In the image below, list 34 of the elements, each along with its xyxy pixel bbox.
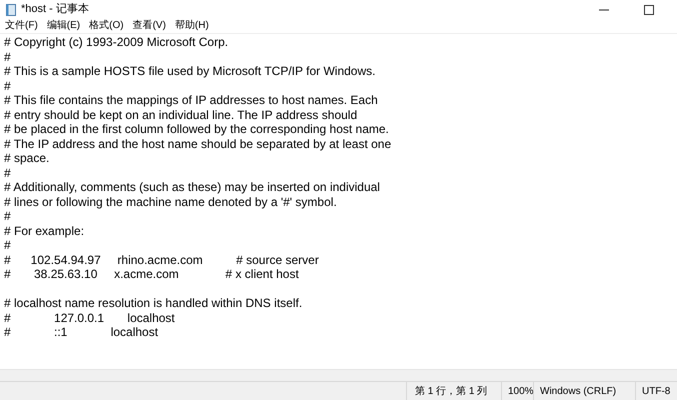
text-line: # space.	[4, 151, 50, 166]
line-ending: Windows (CRLF)	[540, 384, 616, 398]
text-line: #	[4, 238, 11, 252]
cursor-position: 第 1 行，第 1 列	[415, 384, 488, 398]
text-line: # Additionally, comments (such as these) may be inserted on individual	[4, 180, 380, 194]
encoding: UTF-8	[642, 384, 670, 398]
menu-item[interactable]: 编辑(E)	[46, 20, 80, 30]
text-line: # localhost name resolution is handled within DNS itself.	[4, 296, 302, 310]
text-line: #	[4, 50, 11, 64]
text-line: # 127.0.0.1 localhost	[4, 310, 175, 325]
text-line: # lines or following the machine name denoted by a '#' symbol.	[4, 194, 337, 209]
text-line: #	[4, 166, 11, 180]
text-line: # This file contains the mappings of IP addresses to host names. Each	[4, 93, 378, 108]
text-line: # 102.54.94.97 rhino.acme.com # source server	[4, 252, 319, 267]
text-line: # 38.25.63.10 x.acme.com # x client host	[4, 267, 299, 282]
window-title: *host - 记事本	[21, 2, 89, 18]
notepad-icon	[6, 4, 16, 16]
text-line: # be placed in the first column followed by the corresponding host name.	[4, 122, 389, 136]
zoom-level: 100%	[508, 384, 534, 398]
text-line: # ::1 localhost	[4, 325, 158, 340]
menu-item[interactable]: 格式(O)	[89, 20, 124, 30]
maximize-icon	[644, 4, 654, 14]
menu-item[interactable]: 文件(F)	[5, 20, 38, 30]
horizontal-scrollbar[interactable]	[0, 369, 677, 381]
text-line: # For example:	[4, 224, 84, 238]
text-line: # The IP address and the host name should be separated by at least one	[4, 136, 392, 151]
text-line: #	[4, 78, 11, 93]
text-line: # This is a sample HOSTS file used by Microsoft TCP/IP for Windows.	[4, 64, 376, 78]
minimize-icon	[598, 8, 608, 10]
menu-item[interactable]: 帮助(H)	[174, 20, 209, 30]
text-line: #	[4, 209, 11, 224]
text-line: # Copyright (c) 1993-2009 Microsoft Corp.	[4, 35, 228, 50]
text-line: # entry should be kept on an individual line. The IP address should	[4, 108, 358, 122]
menu-item[interactable]: 查看(V)	[132, 20, 166, 30]
